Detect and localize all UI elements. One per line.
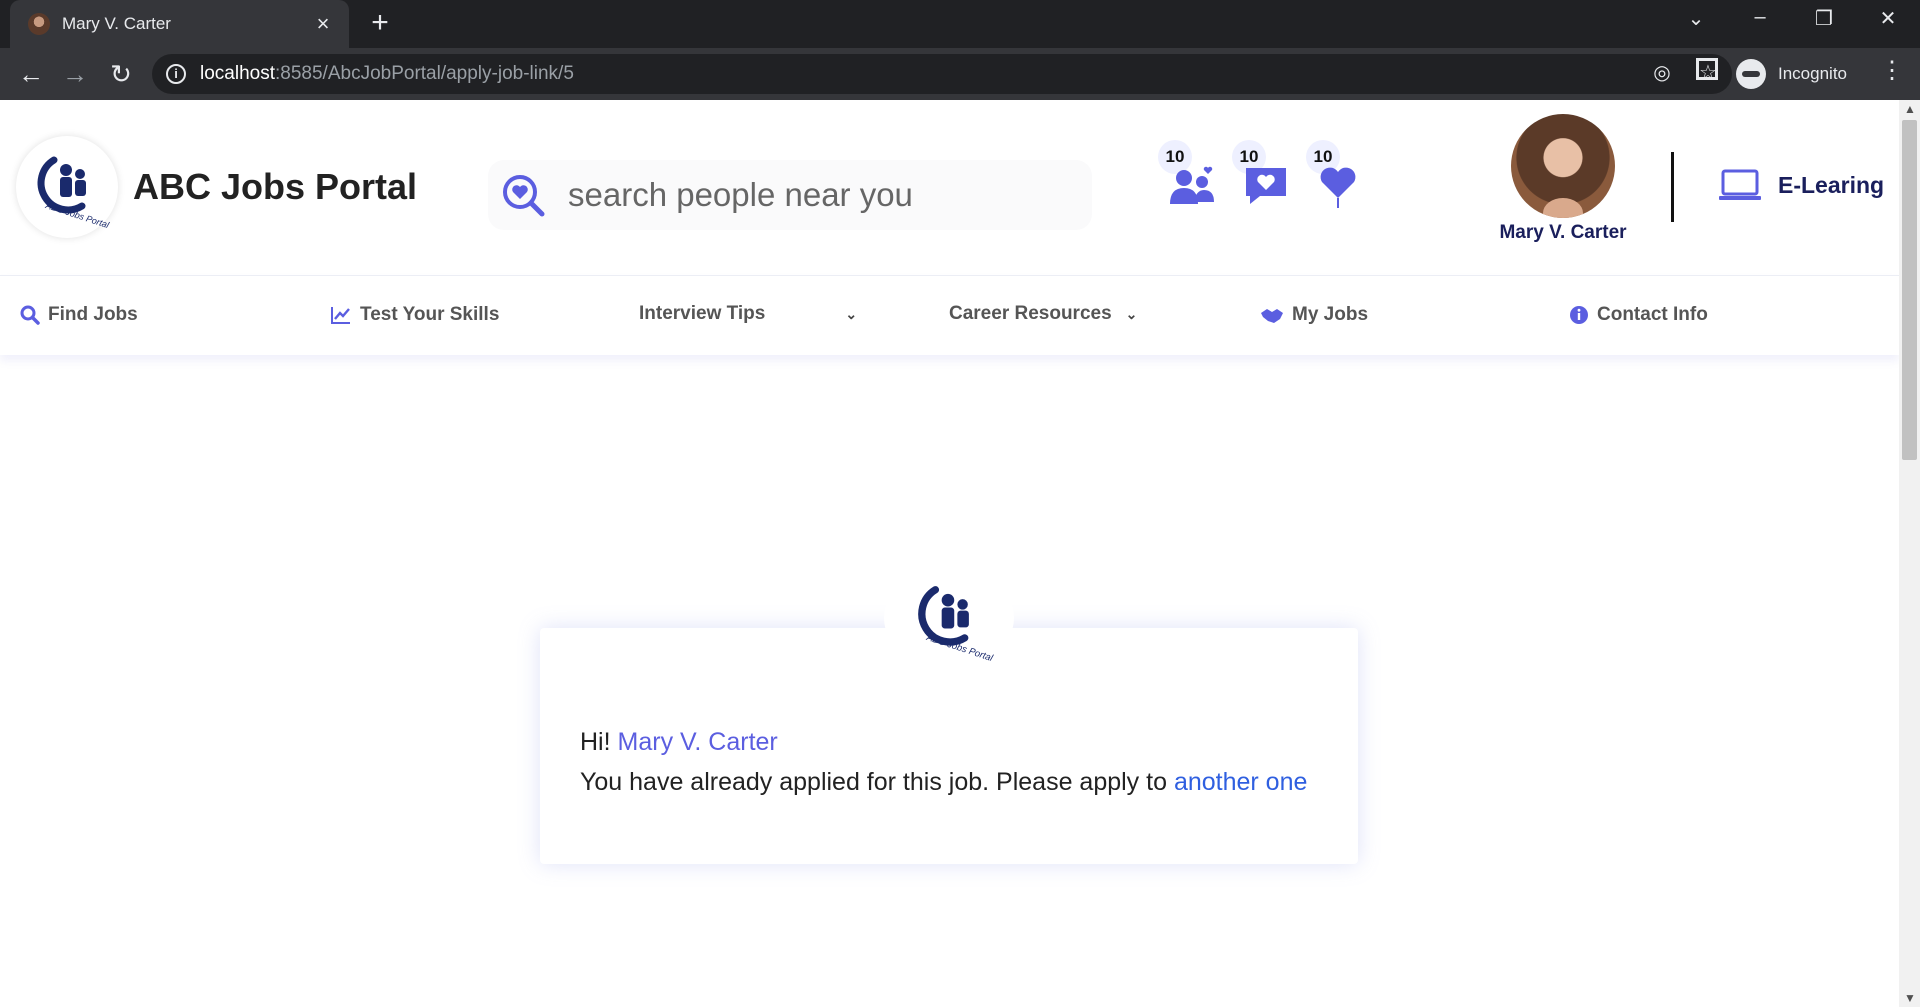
- nav-label: Career Resources: [949, 303, 1112, 324]
- url-host: localhost: [200, 63, 275, 84]
- scroll-down-icon[interactable]: ▼: [1904, 991, 1916, 1005]
- apply-another-link[interactable]: another one: [1174, 768, 1307, 796]
- address-bar[interactable]: i localhost:8585/AbcJobPortal/apply-job-…: [152, 54, 1732, 94]
- reload-icon[interactable]: ↻: [104, 58, 138, 92]
- likes-notification[interactable]: 10: [1306, 140, 1366, 220]
- nav-contact-info[interactable]: Contact Info: [1569, 304, 1708, 326]
- page-scrollbar[interactable]: ▲ ▼: [1899, 100, 1920, 1007]
- user-name[interactable]: Mary V. Carter: [1480, 222, 1646, 244]
- friends-notification[interactable]: 10: [1158, 140, 1218, 220]
- forward-icon[interactable]: →: [58, 58, 92, 92]
- search-input[interactable]: [568, 176, 1068, 214]
- chevron-down-icon: ⌄: [845, 305, 858, 322]
- greeting-user-name: Mary V. Carter: [617, 728, 778, 756]
- nav-find-jobs[interactable]: Find Jobs: [20, 304, 138, 326]
- incognito-label: Incognito: [1778, 64, 1847, 83]
- incognito-icon: [1736, 59, 1766, 89]
- tab-search-icon[interactable]: ⌄: [1676, 6, 1716, 31]
- logo-mark-icon: ABC Jobs Portal: [37, 156, 110, 230]
- eye-off-icon[interactable]: ◎: [1648, 60, 1676, 85]
- chevron-down-icon: ⌄: [1125, 305, 1138, 322]
- scroll-thumb[interactable]: [1902, 120, 1917, 460]
- applied-text: You have already applied for this job. P…: [580, 768, 1167, 796]
- close-window-button[interactable]: ✕: [1868, 6, 1908, 31]
- back-icon[interactable]: ←: [14, 58, 48, 92]
- laptop-icon: [1719, 169, 1761, 200]
- nav-label: Interview Tips: [639, 303, 766, 324]
- elearning-link[interactable]: E-Learing: [1718, 168, 1884, 202]
- page-content: ABC Jobs Portal ABC Jobs Portal 10 10: [0, 100, 1899, 1007]
- nav-label: Contact Info: [1597, 304, 1708, 325]
- side-panel-icon[interactable]: [1696, 58, 1718, 80]
- people-icon: [1170, 166, 1214, 204]
- elearning-label: E-Learing: [1778, 171, 1885, 198]
- nav-test-skills[interactable]: Test Your Skills: [330, 304, 499, 326]
- search-icon: [20, 305, 40, 325]
- nav-career-resources[interactable]: Career Resources ⌄: [949, 303, 1137, 325]
- svg-text:ABC Jobs Portal: ABC Jobs Portal: [43, 200, 110, 230]
- user-avatar[interactable]: [1511, 114, 1615, 218]
- restore-button[interactable]: ❐: [1804, 6, 1844, 31]
- browser-tab[interactable]: Mary V. Carter ×: [10, 0, 349, 48]
- site-info-icon[interactable]: i: [166, 64, 186, 84]
- close-tab-icon[interactable]: ×: [311, 11, 335, 37]
- applied-message: You have already applied for this job. P…: [580, 768, 1307, 797]
- greeting-line: Hi! Mary V. Carter: [580, 728, 778, 757]
- chart-line-icon: [331, 307, 350, 324]
- nav-label: Test Your Skills: [360, 304, 500, 325]
- nav-label: Find Jobs: [48, 304, 138, 325]
- new-tab-button[interactable]: +: [364, 8, 396, 40]
- site-header: ABC Jobs Portal ABC Jobs Portal 10 10: [0, 100, 1899, 275]
- header-divider: [1671, 152, 1674, 222]
- tab-title: Mary V. Carter: [62, 14, 171, 33]
- messages-notification[interactable]: 10: [1232, 140, 1292, 220]
- browser-tab-strip: Mary V. Carter × + ⌄ – ❐ ✕: [0, 0, 1920, 48]
- scroll-up-icon[interactable]: ▲: [1904, 102, 1916, 116]
- nav-my-jobs[interactable]: My Jobs: [1260, 304, 1368, 326]
- nav-label: My Jobs: [1292, 304, 1369, 325]
- browser-menu-icon[interactable]: ⋮: [1880, 56, 1904, 85]
- incognito-indicator[interactable]: Incognito: [1736, 56, 1847, 92]
- brand-title: ABC Jobs Portal: [133, 166, 418, 207]
- logo-mark-icon: ABC Jobs Portal: [918, 586, 994, 663]
- chat-heart-icon: [1246, 168, 1286, 204]
- url-path: :8585/AbcJobPortal/apply-job-link/5: [275, 63, 574, 84]
- people-search: [488, 160, 1092, 230]
- heart-icon: [1320, 167, 1356, 208]
- tab-favicon: [28, 13, 50, 35]
- site-logo[interactable]: ABC Jobs Portal: [16, 136, 118, 238]
- search-heart-icon: [503, 175, 545, 217]
- main-nav: Find Jobs Test Your Skills Interview Tip…: [0, 275, 1899, 355]
- handshake-icon: [1261, 309, 1283, 323]
- greeting-text: Hi!: [580, 728, 611, 756]
- card-logo: ABC Jobs Portal: [884, 568, 1014, 668]
- info-icon: [1570, 306, 1588, 324]
- svg-text:ABC Jobs Portal: ABC Jobs Portal: [924, 631, 994, 663]
- nav-interview-tips[interactable]: Interview Tips ⌄: [639, 303, 857, 325]
- browser-toolbar: ← → ↻ i localhost:8585/AbcJobPortal/appl…: [0, 48, 1920, 100]
- minimize-button[interactable]: –: [1740, 6, 1780, 29]
